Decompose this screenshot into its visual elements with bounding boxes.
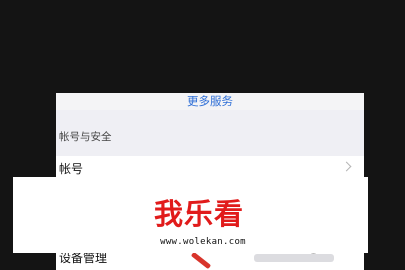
more-services-link[interactable]: 更多服务 [56,93,364,110]
watermark-logo: 我乐看 [153,197,244,231]
device-status-blurred [254,254,334,262]
watermark-url: www.wolekan.com [160,237,246,247]
chevron-right-icon [341,161,352,172]
device-management-label: 设备管理 [59,251,108,265]
section-header-account-security: 帐号与安全 [59,131,112,143]
account-label: 帐号 [59,162,84,176]
watermark-overlay: 我乐看 www.wolekan.com [13,177,368,253]
